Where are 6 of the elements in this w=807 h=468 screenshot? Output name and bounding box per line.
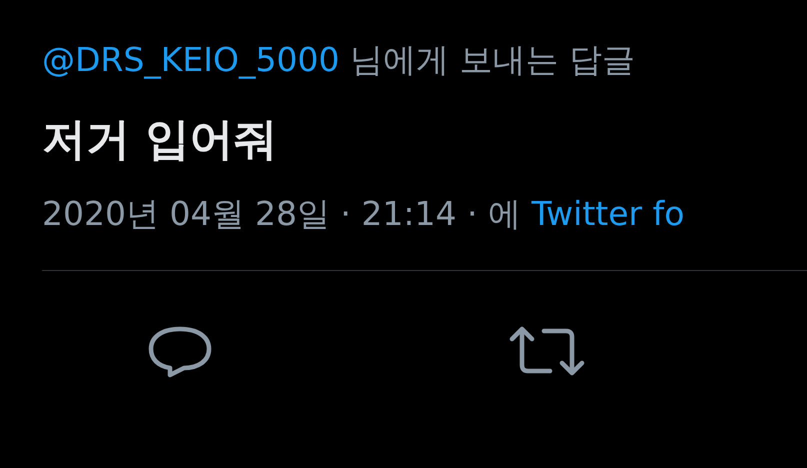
- reply-context: @DRS_KEIO_5000 님에게 보내는 답글: [42, 39, 636, 81]
- tweet-meta: 2020년 04월 28일 · 21:14 · 에 Twitter fo: [42, 193, 686, 235]
- source-link[interactable]: Twitter fo: [531, 194, 684, 233]
- handle-link[interactable]: @DRS_KEIO_5000: [42, 40, 340, 79]
- tweet-text: 저거 입어줘: [42, 113, 278, 167]
- retweet-icon[interactable]: [508, 325, 586, 377]
